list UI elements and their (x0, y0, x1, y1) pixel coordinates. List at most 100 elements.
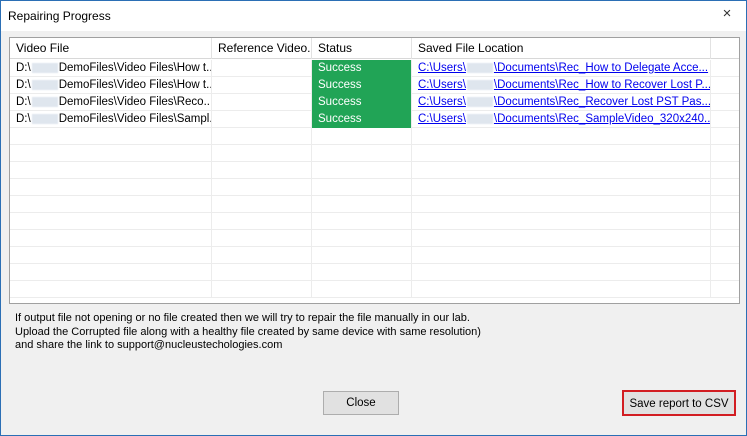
empty-cell (312, 247, 412, 264)
title-bar: Repairing Progress × (1, 1, 746, 31)
table-row (10, 230, 739, 247)
column-header-status[interactable]: Status (312, 38, 412, 59)
empty-cell (711, 281, 739, 298)
table-row[interactable]: D:\ DemoFiles\Video Files\Sampl... Success… (10, 111, 739, 128)
status-badge: Success (312, 60, 412, 77)
empty-cell (10, 264, 212, 281)
note-line-1: If output file not opening or no file cr… (15, 312, 470, 324)
cell-video-file: D:\ DemoFiles\Video Files\How t... (10, 60, 212, 77)
empty-cell (212, 162, 312, 179)
cell-reference-video (212, 60, 312, 77)
results-grid[interactable]: Video File Reference Video... Status Sav… (9, 37, 740, 304)
location-prefix: C:\Users\ (418, 96, 466, 108)
repairing-progress-dialog: Repairing Progress × Video File Referenc… (0, 0, 747, 436)
cell-spacer (711, 94, 739, 111)
empty-cell (212, 145, 312, 162)
redacted-username (31, 62, 58, 73)
status-badge: Success (312, 94, 412, 111)
table-row (10, 179, 739, 196)
cell-reference-video (212, 94, 312, 111)
saved-file-link[interactable]: C:\Users\ \Documents\Rec_SampleVideo_320x… (418, 113, 711, 125)
cell-reference-video (212, 77, 312, 94)
empty-cell (312, 162, 412, 179)
column-header-reference-video[interactable]: Reference Video... (212, 38, 312, 59)
close-button[interactable]: Close (323, 391, 399, 415)
video-path-suffix: DemoFiles\Video Files\How t... (58, 79, 212, 91)
empty-cell (412, 128, 711, 145)
table-row[interactable]: D:\ DemoFiles\Video Files\How t... Success… (10, 77, 739, 94)
column-header-saved-location[interactable]: Saved File Location (412, 38, 711, 59)
empty-cell (412, 281, 711, 298)
window-title: Repairing Progress (8, 9, 111, 23)
empty-cell (312, 145, 412, 162)
column-header-spacer (711, 38, 739, 59)
empty-cell (711, 264, 739, 281)
table-row (10, 213, 739, 230)
saved-file-link[interactable]: C:\Users\ \Documents\Rec_Recover Lost PST… (418, 96, 710, 108)
table-row (10, 196, 739, 213)
column-header-video-file[interactable]: Video File (10, 38, 212, 59)
empty-cell (10, 196, 212, 213)
table-row (10, 281, 739, 298)
location-prefix: C:\Users\ (418, 62, 466, 74)
cell-spacer (711, 111, 739, 128)
empty-cell (212, 128, 312, 145)
table-row (10, 162, 739, 179)
status-badge: Success (312, 111, 412, 128)
empty-cell (412, 213, 711, 230)
close-icon[interactable]: × (720, 6, 734, 21)
empty-cell (711, 162, 739, 179)
empty-cell (10, 145, 212, 162)
location-suffix: \Documents\Rec_SampleVideo_320x240... (493, 113, 711, 125)
redacted-username (466, 113, 493, 124)
empty-cell (711, 196, 739, 213)
empty-cell (312, 196, 412, 213)
location-suffix: \Documents\Rec_How to Recover Lost P... (493, 79, 711, 91)
cell-saved-location: C:\Users\ \Documents\Rec_SampleVideo_320x… (412, 111, 711, 128)
video-path-suffix: DemoFiles\Video Files\Reco... (58, 96, 212, 108)
status-badge: Success (312, 77, 412, 94)
empty-cell (412, 145, 711, 162)
table-row (10, 264, 739, 281)
empty-cell (10, 179, 212, 196)
location-prefix: C:\Users\ (418, 79, 466, 91)
empty-cell (412, 196, 711, 213)
cell-video-file: D:\ DemoFiles\Video Files\Reco... (10, 94, 212, 111)
cell-reference-video (212, 111, 312, 128)
repair-help-note: If output file not opening or no file cr… (15, 312, 481, 353)
redacted-username (31, 113, 58, 124)
redacted-username (31, 96, 58, 107)
table-row[interactable]: D:\ DemoFiles\Video Files\Reco... Success C… (10, 94, 739, 111)
empty-cell (312, 230, 412, 247)
save-report-csv-button[interactable]: Save report to CSV (622, 390, 736, 416)
video-path-suffix: DemoFiles\Video Files\Sampl... (58, 113, 212, 125)
video-path-suffix: DemoFiles\Video Files\How t... (58, 62, 212, 74)
empty-cell (212, 264, 312, 281)
cell-saved-location: C:\Users\ \Documents\Rec_Recover Lost PST… (412, 94, 711, 111)
empty-cell (10, 128, 212, 145)
table-row (10, 145, 739, 162)
grid-header: Video File Reference Video... Status Sav… (10, 38, 739, 59)
location-prefix: C:\Users\ (418, 113, 466, 125)
table-row (10, 128, 739, 145)
empty-cell (711, 213, 739, 230)
saved-file-link[interactable]: C:\Users\ \Documents\Rec_How to Delegate … (418, 62, 708, 74)
empty-cell (10, 213, 212, 230)
empty-cell (212, 247, 312, 264)
saved-file-link[interactable]: C:\Users\ \Documents\Rec_How to Recover L… (418, 79, 711, 91)
empty-cell (10, 247, 212, 264)
redacted-username (466, 96, 493, 107)
cell-spacer (711, 60, 739, 77)
redacted-username (466, 79, 493, 90)
empty-cell (212, 196, 312, 213)
video-path-prefix: D:\ (16, 113, 31, 125)
empty-cell (412, 179, 711, 196)
empty-cell (212, 213, 312, 230)
empty-cell (212, 281, 312, 298)
redacted-username (31, 79, 58, 90)
empty-cell (711, 128, 739, 145)
empty-cell (10, 162, 212, 179)
table-row[interactable]: D:\ DemoFiles\Video Files\How t... Success… (10, 60, 739, 77)
empty-cell (412, 230, 711, 247)
table-row (10, 247, 739, 264)
